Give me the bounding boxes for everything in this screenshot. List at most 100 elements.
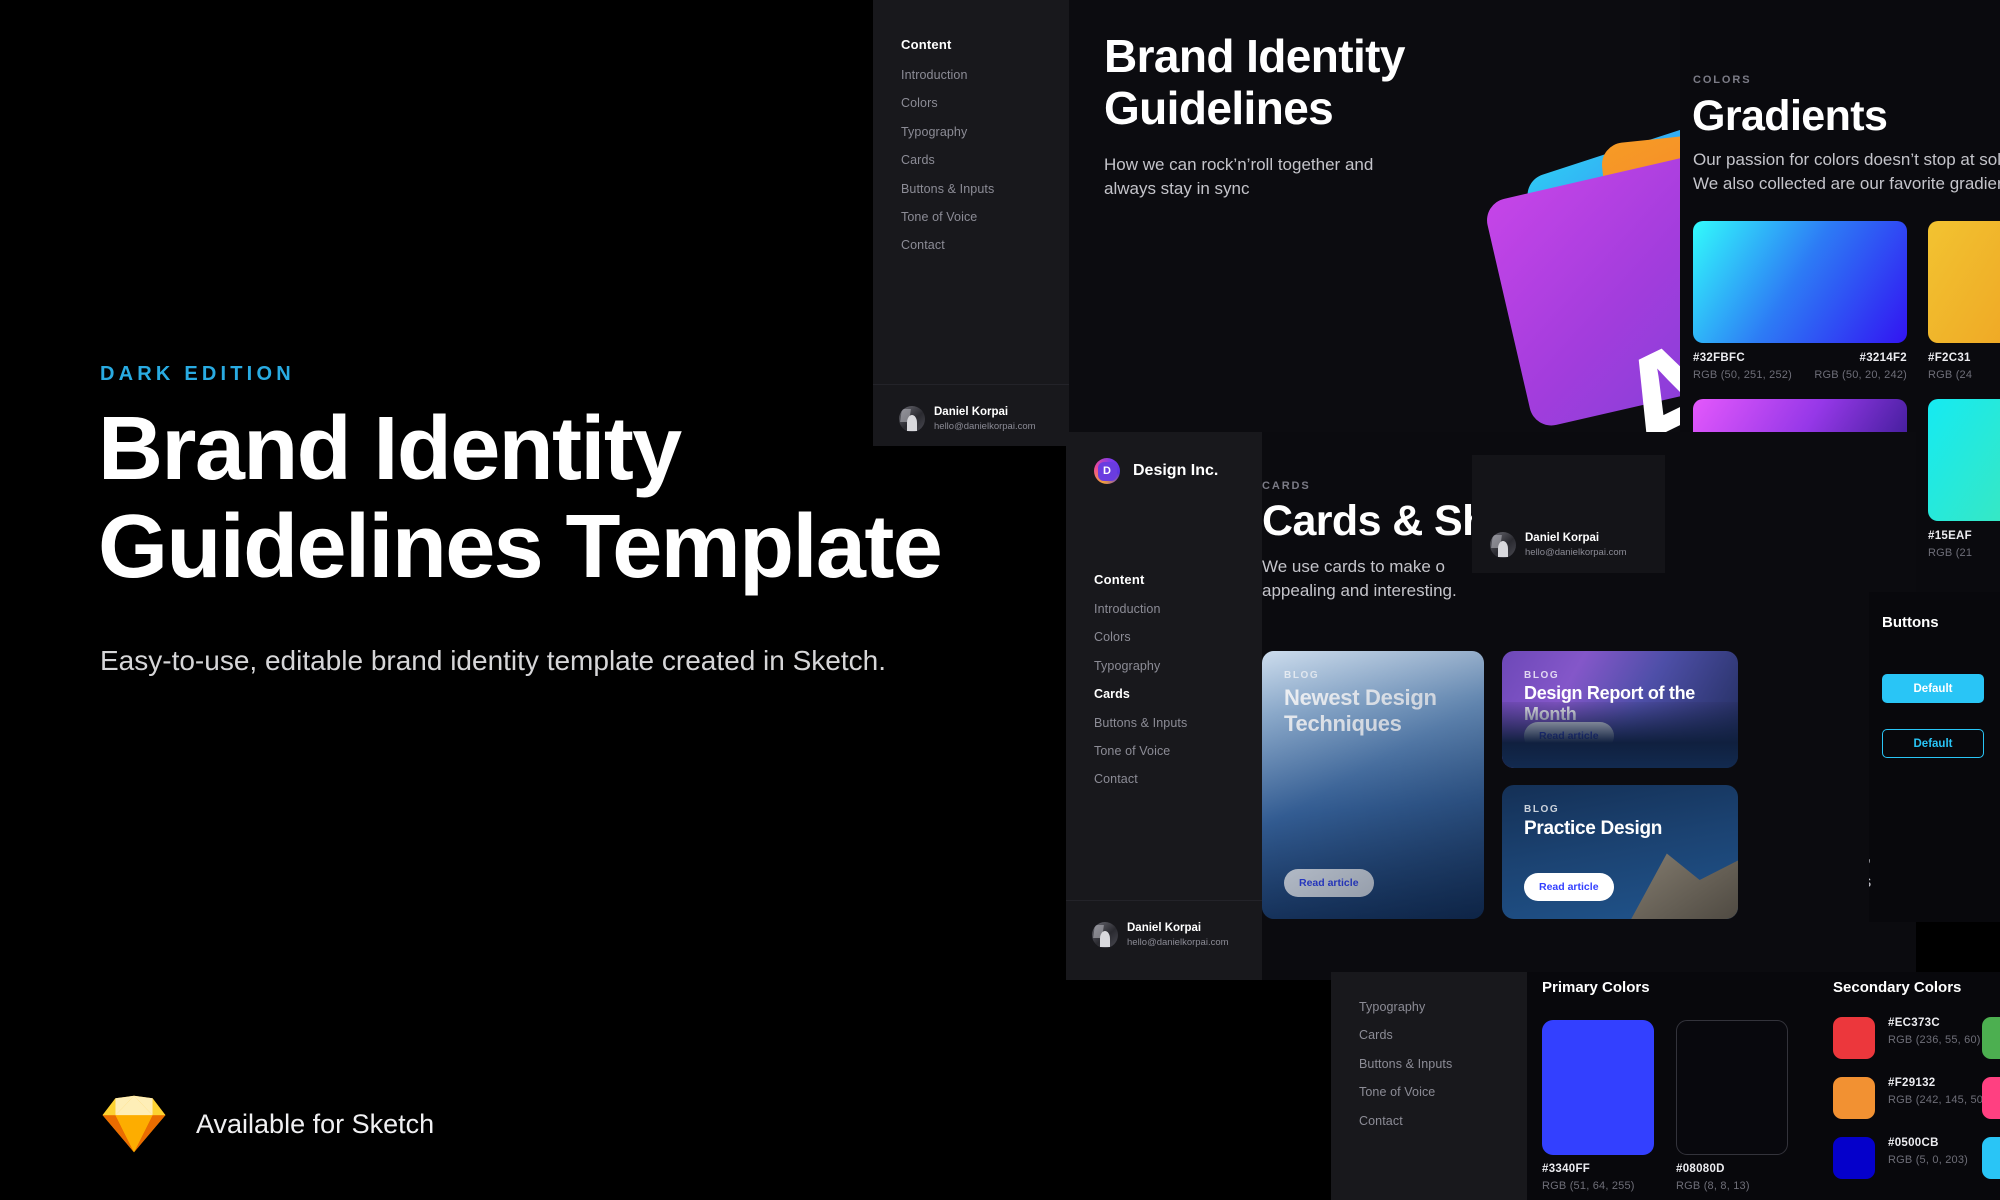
sidebar-item-colors[interactable]: Colors: [901, 96, 994, 110]
avatar: [1092, 922, 1118, 949]
secondary-chip-blue: [1833, 1137, 1875, 1179]
cards-sidebar-heading: Content: [1094, 572, 1145, 587]
sidebar-divider: [873, 384, 1069, 385]
sidebar-item-typography[interactable]: Typography: [901, 125, 994, 139]
blog-card-design-report[interactable]: BLOG Design Report of the Month Read art…: [1502, 651, 1738, 768]
primary-swatch-1-rgb: RGB (51, 64, 255): [1542, 1180, 1635, 1192]
overlay-user-email: hello@danielkorpai.com: [1525, 546, 1627, 558]
user-name: Daniel Korpai: [1127, 922, 1202, 934]
secondary-swatch-row-2[interactable]: #F29132 RGB (242, 145, 50): [1833, 1077, 1987, 1119]
read-article-button[interactable]: Read article: [1524, 722, 1614, 750]
read-article-button[interactable]: Read article: [1284, 869, 1374, 897]
partial-sidebar-item-typography[interactable]: Typography: [1359, 1000, 1452, 1014]
secondary-chip-red: [1833, 1017, 1875, 1059]
hero-eyebrow: DARK EDITION: [100, 363, 295, 385]
hero-subtitle: Easy-to-use, editable brand identity tem…: [100, 645, 886, 676]
gradients-eyebrow: COLORS: [1693, 74, 1752, 86]
sidebar-item-introduction[interactable]: Introduction: [901, 68, 994, 82]
sidebar-item-buttons-inputs[interactable]: Buttons & Inputs: [901, 182, 994, 196]
gradient-4-left-rgb: RGB (21: [1928, 547, 1973, 559]
primary-colors-heading: Primary Colors: [1542, 979, 1650, 996]
avatar: [899, 406, 925, 433]
secondary-chip-green[interactable]: [1982, 1017, 2000, 1059]
secondary-chip-pink[interactable]: [1982, 1077, 2000, 1119]
cards-sidebar-item-colors[interactable]: Colors: [1094, 630, 1187, 644]
sidebar-item-contact[interactable]: Contact: [901, 238, 994, 252]
cards-sidebar-item-tone-of-voice[interactable]: Tone of Voice: [1094, 744, 1187, 758]
mockup-color-palette: Primary Colors #3340FF RGB (51, 64, 255)…: [1527, 972, 2000, 1200]
overlay-user[interactable]: Daniel Korpai hello@danielkorpai.com: [1490, 531, 1627, 559]
primary-swatch-1[interactable]: [1542, 1020, 1654, 1155]
gradient-swatch-1[interactable]: [1693, 221, 1907, 343]
cards-title: Cards & Sh: [1262, 497, 1488, 545]
partial-sidebar-nav[interactable]: Typography Cards Buttons & Inputs Tone o…: [1359, 1000, 1452, 1128]
hero-section: DARK EDITION Brand Identity Guidelines T…: [0, 0, 943, 1200]
gradient-4-left-hex: #15EAF: [1928, 530, 1972, 542]
secondary-swatch-row-3[interactable]: #0500CB RGB (5, 0, 203): [1833, 1137, 1968, 1179]
mockup-sidebar-partial: Typography Cards Buttons & Inputs Tone o…: [1331, 972, 1527, 1200]
sidebar-nav[interactable]: Introduction Colors Typography Cards But…: [901, 68, 994, 252]
blog-card-practice-design[interactable]: BLOG Practice Design Read article: [1502, 785, 1738, 919]
sidebar-item-cards[interactable]: Cards: [901, 153, 994, 167]
gradient-swatch-2[interactable]: [1928, 221, 2000, 343]
primary-swatch-2-hex: #08080D: [1676, 1163, 1725, 1175]
primary-default-button[interactable]: Default: [1882, 674, 1984, 703]
shape-purple-card: Aa: [1482, 138, 1700, 446]
blog-card-label: BLOG: [1284, 670, 1320, 681]
gradient-1-right-hex: #3214F2: [1859, 352, 1907, 364]
avatar: [1490, 532, 1516, 559]
cards-sidebar-item-cards[interactable]: Cards: [1094, 687, 1187, 701]
secondary-swatch-1-rgb: RGB (236, 55, 60): [1888, 1034, 1981, 1046]
brand-identity-main: Brand Identity Guidelines How we can roc…: [1069, 0, 1700, 446]
brand-name: Design Inc.: [1133, 462, 1219, 479]
sketch-logo-icon: [102, 1095, 166, 1153]
partial-sidebar-item-tone-of-voice[interactable]: Tone of Voice: [1359, 1085, 1452, 1099]
read-article-button[interactable]: Read article: [1524, 873, 1614, 901]
buttons-heading: Buttons: [1882, 614, 1939, 631]
blog-card-title: Newest Design Techniques: [1284, 685, 1437, 736]
secondary-swatch-1-hex: #EC373C: [1888, 1017, 1940, 1029]
partial-sidebar-item-contact[interactable]: Contact: [1359, 1114, 1452, 1128]
partial-sidebar-item-buttons-inputs[interactable]: Buttons & Inputs: [1359, 1057, 1452, 1071]
overlay-user-name: Daniel Korpai: [1525, 532, 1600, 544]
gradient-2-left-hex: #F2C31: [1928, 352, 1971, 364]
primary-swatch-2[interactable]: [1676, 1020, 1788, 1155]
cards-sidebar-divider: [1066, 900, 1262, 901]
design-inc-logo-icon: D: [1094, 458, 1120, 484]
page-title-line1: Brand Identity: [1104, 30, 1405, 82]
blog-card-title: Practice Design: [1524, 818, 1663, 839]
sidebar-item-tone-of-voice[interactable]: Tone of Voice: [901, 210, 994, 224]
cards-sidebar-item-buttons-inputs[interactable]: Buttons & Inputs: [1094, 716, 1187, 730]
blog-card-label: BLOG: [1524, 804, 1560, 815]
cards-sidebar-item-introduction[interactable]: Introduction: [1094, 602, 1187, 616]
partial-sidebar-item-cards[interactable]: Cards: [1359, 1028, 1452, 1042]
cards-sidebar-nav[interactable]: Introduction Colors Typography Cards But…: [1094, 602, 1187, 786]
cards-body-line2: appealing and interesting.: [1262, 581, 1457, 600]
cards-sidebar-item-typography[interactable]: Typography: [1094, 659, 1187, 673]
gradients-title: Gradients: [1692, 92, 1888, 140]
mockup-brand-identity: Content Introduction Colors Typography C…: [873, 0, 1700, 446]
cards-sidebar-user[interactable]: Daniel Korpai hello@danielkorpai.com: [1092, 921, 1229, 949]
blog-card-title: Design Report of the Month: [1524, 683, 1696, 725]
blog-card-newest-design[interactable]: BLOG Newest Design Techniques Read artic…: [1262, 651, 1484, 919]
page-subtitle-line2: always stay in sync: [1104, 179, 1250, 198]
secondary-swatch-row-1[interactable]: #EC373C RGB (236, 55, 60): [1833, 1017, 1981, 1059]
sidebar-heading: Content: [901, 37, 952, 52]
user-name: Daniel Korpai: [934, 406, 1009, 418]
cut-text-block: n colors, ry colors: [1869, 843, 2000, 894]
gradient-swatch-4[interactable]: [1928, 399, 2000, 521]
hero-footer: Available for Sketch: [100, 1095, 434, 1153]
cards-sidebar: D Design Inc. Content Introduction Color…: [1066, 432, 1262, 980]
secondary-swatch-2-rgb: RGB (242, 145, 50): [1888, 1094, 1987, 1106]
blog-card-label: BLOG: [1524, 670, 1560, 681]
gradient-1-right-rgb: RGB (50, 20, 242): [1814, 369, 1907, 381]
typography-shapes-illustration: Aa: [1482, 107, 1700, 446]
secondary-default-button[interactable]: Default: [1882, 729, 1984, 758]
secondary-chip-cyan[interactable]: [1982, 1137, 2000, 1179]
gradients-body-line1: Our passion for colors doesn’t stop at s…: [1693, 150, 2000, 169]
cards-eyebrow: CARDS: [1262, 480, 1311, 492]
cards-sidebar-item-contact[interactable]: Contact: [1094, 772, 1187, 786]
sidebar-user[interactable]: Daniel Korpai hello@danielkorpai.com: [899, 405, 1036, 433]
brand-logo-row[interactable]: D Design Inc.: [1094, 458, 1218, 484]
secondary-swatch-2-hex: #F29132: [1888, 1077, 1936, 1089]
